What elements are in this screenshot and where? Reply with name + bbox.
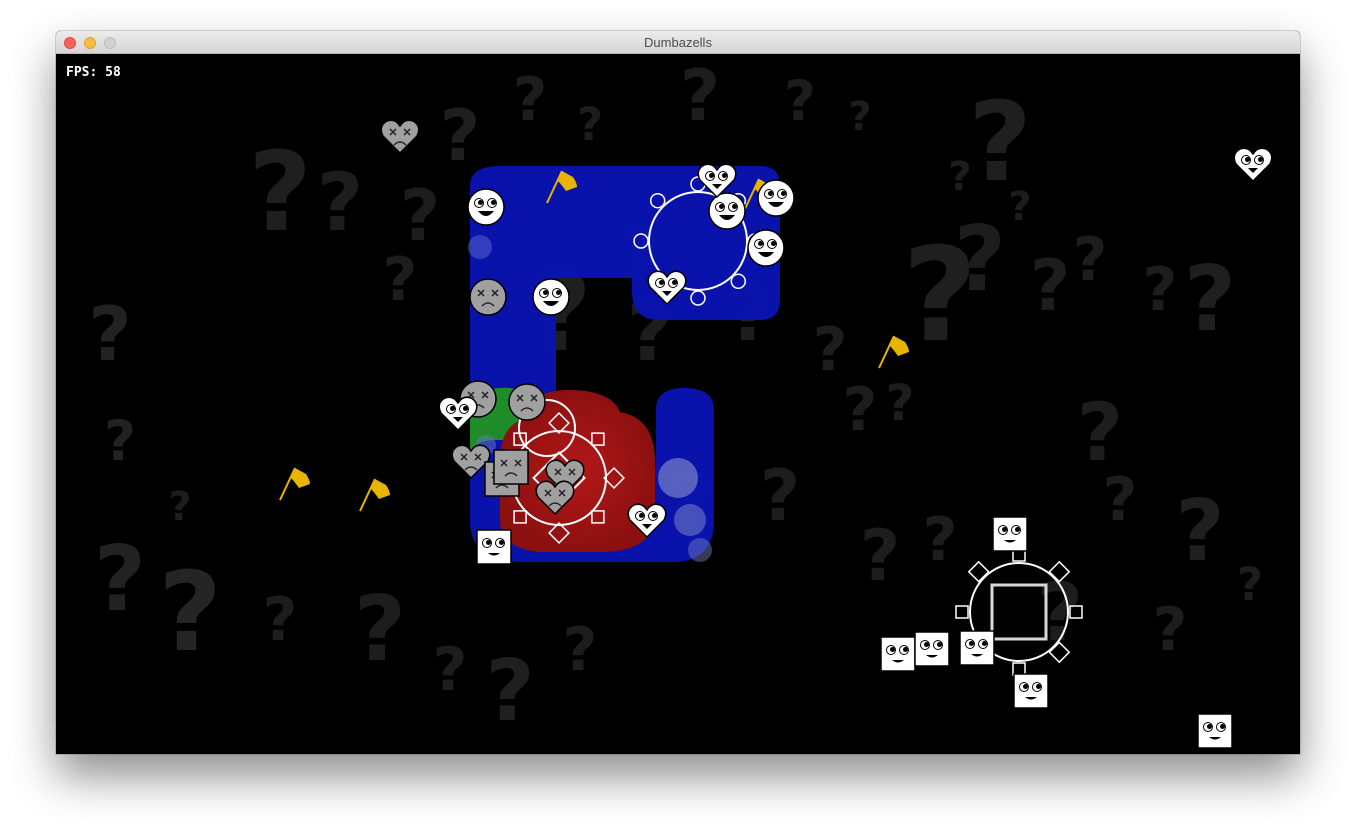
question-mark-icon: ? <box>158 548 222 676</box>
white-unit[interactable] <box>914 631 950 667</box>
fps-counter: FPS: 58 <box>66 65 121 80</box>
white-unit[interactable] <box>476 529 512 565</box>
question-mark-icon: ? <box>948 154 971 200</box>
question-mark-icon: ? <box>104 409 136 473</box>
question-mark-icon: ? <box>513 65 548 135</box>
blue-unit[interactable] <box>747 229 785 267</box>
question-mark-icon: ? <box>94 527 146 632</box>
blue-unit[interactable] <box>708 192 746 230</box>
window-title: Dumbazells <box>644 35 712 50</box>
question-mark-icon: ? <box>885 374 914 432</box>
window-titlebar[interactable]: Dumbazells <box>56 31 1300 54</box>
white-unit[interactable] <box>1013 673 1049 709</box>
question-mark-icon: ? <box>440 95 481 177</box>
flag-icon <box>359 478 390 512</box>
question-mark-icon: ? <box>485 642 534 741</box>
question-mark-icon: ? <box>400 175 441 257</box>
question-mark-icon: ? <box>848 94 871 140</box>
question-mark-icon: ? <box>263 585 298 655</box>
question-mark-icon: ? <box>1153 595 1188 665</box>
question-mark-icon: ? <box>680 55 721 137</box>
blue-unit[interactable] <box>757 179 795 217</box>
red-unit-dead[interactable] <box>380 119 420 155</box>
question-mark-icon: ? <box>1237 558 1263 611</box>
game-window: Dumbazells ?????????????????????????????… <box>56 31 1300 754</box>
question-mark-icon: ? <box>577 98 603 151</box>
question-mark-icon: ? <box>1030 245 1071 327</box>
blue-unit-dead[interactable] <box>508 383 546 421</box>
blue-unit[interactable] <box>532 278 570 316</box>
question-mark-icon: ? <box>168 484 191 530</box>
question-mark-icon: ? <box>354 577 406 682</box>
question-mark-icon: ? <box>248 128 312 256</box>
red-unit[interactable] <box>1233 147 1273 183</box>
game-canvas[interactable]: ????????????????????????????????????????… <box>56 54 1300 754</box>
white-unit[interactable] <box>1197 713 1233 749</box>
question-mark-icon: ? <box>843 375 878 445</box>
question-mark-icon: ? <box>1103 465 1138 535</box>
question-mark-icon: ? <box>784 69 816 133</box>
question-mark-icon: ? <box>923 505 958 575</box>
question-mark-icon: ? <box>1184 247 1236 352</box>
blue-unit-dead[interactable] <box>469 278 507 316</box>
question-mark-icon: ? <box>1175 482 1224 581</box>
white-unit[interactable] <box>880 636 916 672</box>
white-unit[interactable] <box>992 516 1028 552</box>
question-mark-icon: ? <box>954 207 1006 312</box>
blue-unit[interactable] <box>467 188 505 226</box>
question-mark-icon: ? <box>1073 225 1108 295</box>
question-mark-icon: ? <box>433 635 468 705</box>
question-mark-icon: ? <box>1008 184 1031 230</box>
question-mark-icon: ? <box>760 455 801 537</box>
question-mark-icon: ? <box>860 515 901 597</box>
question-mark-icon: ? <box>1143 255 1178 325</box>
question-mark-icon: ? <box>88 290 132 378</box>
question-mark-icon: ? <box>563 615 598 685</box>
question-mark-icon: ? <box>317 156 363 249</box>
flag-icon <box>279 467 310 501</box>
game-scene[interactable]: ????????????????????????????????????????… <box>56 54 1300 754</box>
white-unit[interactable] <box>959 630 995 666</box>
white-unit-dead[interactable] <box>493 449 529 485</box>
